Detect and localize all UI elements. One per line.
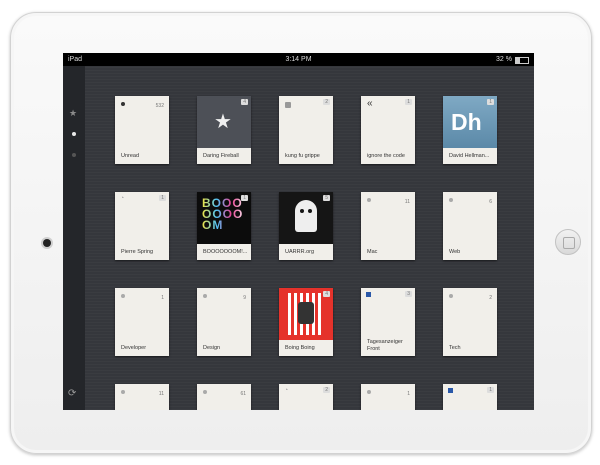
unread-badge: 1	[241, 195, 248, 201]
tile-label: ignore the code	[367, 153, 405, 159]
battery-label: 32 %	[496, 56, 512, 63]
folder-mac[interactable]: 11 Mac	[361, 192, 415, 260]
folder-developer[interactable]: 1 Developer	[115, 288, 169, 356]
tile-label: David Hellman...	[449, 153, 490, 159]
unread-badge: 1	[487, 99, 494, 105]
unread-count: 532	[155, 103, 164, 109]
favicon-icon	[366, 292, 371, 297]
unread-badge: 2	[323, 387, 330, 393]
unread-count: 9	[243, 295, 246, 301]
unread-count: 11	[158, 391, 164, 397]
unread-count: 61	[240, 391, 246, 397]
dot-icon[interactable]	[72, 153, 76, 157]
tile-daring-fireball[interactable]: ★ 4 Daring Fireball	[197, 96, 251, 164]
dh-logo: Dh	[451, 109, 482, 135]
home-button[interactable]	[555, 229, 581, 255]
tile-label: Mac	[367, 249, 378, 255]
refresh-icon[interactable]: ⟳	[68, 388, 76, 399]
unread-badge: 5	[323, 195, 330, 201]
favicon-icon	[448, 388, 453, 393]
tile-david-hellman[interactable]: Dh 1 David Hellman...	[443, 96, 497, 164]
sidebar: ★ ⟳	[63, 66, 86, 410]
unread-count: 1	[161, 295, 164, 301]
tile-label: BOOOOOOOM!...	[203, 249, 248, 255]
unread-count: 2	[489, 295, 492, 301]
unread-count: 1	[407, 391, 410, 397]
camera	[43, 239, 51, 247]
tile-label: Web	[449, 249, 461, 255]
tile-label: Developer	[121, 345, 147, 351]
folder-tech[interactable]: 2 Tech	[443, 288, 497, 356]
tile-label: Pierre Spring	[121, 249, 154, 255]
unread-badge: 4	[241, 99, 248, 105]
tile-ignore-the-code[interactable]: « 1 ignore the code	[361, 96, 415, 164]
unread-badge: 4	[323, 291, 330, 297]
status-bar: iPad 3:14 PM 32 %	[63, 53, 534, 66]
tile-pierre-spring[interactable]: ◔ 1 Pierre Spring	[115, 192, 169, 260]
dot-icon[interactable]	[72, 132, 76, 136]
rss-icon: ◔	[284, 387, 289, 394]
tile-label: UARRR.org	[285, 249, 315, 255]
tile-uarrr[interactable]: 5 UARRR.org	[279, 192, 333, 260]
unread-count: 6	[489, 199, 492, 205]
time-label: 3:14 PM	[285, 56, 312, 63]
unread-count: 11	[404, 199, 410, 205]
tile-unread[interactable]: 532 Unread	[115, 96, 169, 164]
unread-badge: 1	[159, 195, 166, 201]
rss-icon: ◔	[120, 195, 125, 202]
starred-icon[interactable]: ★	[69, 108, 77, 119]
tile-tagesanzeiger[interactable]: 3 Tagesanzeiger Front	[361, 288, 415, 356]
folder-web[interactable]: 6 Web	[443, 192, 497, 260]
folder-partial[interactable]: 1	[361, 384, 415, 410]
tile-label: Boing Boing	[285, 345, 315, 351]
ghost-icon	[295, 200, 317, 232]
tile-partial[interactable]: ◔ 2	[279, 384, 333, 410]
tile-label: Tagesanzeiger Front	[367, 339, 403, 352]
tile-label: Design	[203, 345, 221, 351]
robot-icon	[298, 302, 314, 324]
booooooom-logo: BOOOOOOOOM	[202, 197, 246, 231]
unread-badge: 3	[405, 291, 412, 297]
battery-icon	[515, 57, 529, 64]
tile-label: Tech	[449, 345, 461, 351]
folder-partial[interactable]: 11	[115, 384, 169, 410]
tile-label: Daring Fireball	[203, 153, 239, 159]
unread-badge: 1	[405, 99, 412, 105]
tile-boing-boing[interactable]: 4 Boing Boing	[279, 288, 333, 356]
tile-label: Unread	[121, 153, 140, 159]
folder-design[interactable]: 9 Design	[197, 288, 251, 356]
tile-kung-fu-grippe[interactable]: 2 kung fu grippe	[279, 96, 333, 164]
unread-badge: 1	[487, 387, 494, 393]
star-logo-icon: ★	[214, 111, 232, 133]
tile-partial[interactable]: 1	[443, 384, 497, 410]
tile-label: kung fu grippe	[285, 153, 320, 159]
feed-grid: 532 Unread ★ 4 Daring Fireball 2 kung fu…	[85, 66, 534, 410]
tile-boooooooom[interactable]: BOOOOOOOOM 1 BOOOOOOOM!...	[197, 192, 251, 260]
folder-partial[interactable]: 61	[197, 384, 251, 410]
screen: iPad 3:14 PM 32 % ★ ⟳ 532 Unread ★ 4 Dar…	[63, 53, 534, 410]
unread-badge: 2	[323, 99, 330, 105]
quote-icon: «	[367, 98, 373, 109]
